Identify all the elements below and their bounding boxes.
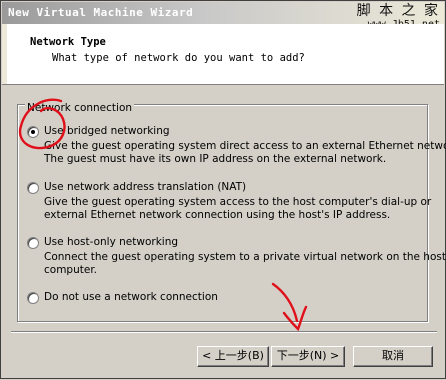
option-description: Connect the guest operating system to a …	[44, 251, 446, 277]
option-label[interactable]: Use host-only networking	[44, 236, 178, 249]
description-line: Give the guest operating system direct a…	[44, 140, 446, 152]
next-button[interactable]: 下一步(N) >	[271, 346, 345, 367]
group-label: Network connection	[25, 102, 135, 115]
wizard-header: Network Type What type of network do you…	[2, 24, 444, 85]
description-line: Give the guest operating system access t…	[44, 196, 432, 208]
page-title: Network Type	[30, 36, 106, 48]
radio-no-network[interactable]	[27, 292, 39, 304]
option-label[interactable]: Do not use a network connection	[44, 291, 218, 304]
back-button[interactable]: < 上一步(B)	[197, 346, 269, 367]
title-bar: New Virtual Machine Wizard 脚 本 之 家 www.J…	[2, 2, 444, 30]
option-description: Give the guest operating system access t…	[44, 196, 431, 222]
wizard-window: New Virtual Machine Wizard 脚 本 之 家 www.J…	[0, 0, 446, 379]
option-description: Give the guest operating system direct a…	[44, 140, 446, 166]
cancel-button[interactable]: 取消	[353, 346, 433, 367]
button-separator	[11, 331, 437, 333]
window-title: New Virtual Machine Wizard	[8, 6, 194, 19]
radio-host-only[interactable]	[27, 237, 39, 249]
description-line: computer.	[44, 264, 98, 276]
option-label[interactable]: Use network address translation (NAT)	[44, 181, 246, 194]
watermark-text: 脚 本 之 家	[356, 3, 440, 19]
description-line: Connect the guest operating system to a …	[44, 251, 446, 263]
radio-nat[interactable]	[27, 182, 39, 194]
header-left-edge	[2, 24, 7, 84]
page-subtitle: What type of network do you want to add?	[52, 52, 305, 64]
description-line: external Ethernet network connection usi…	[44, 209, 391, 221]
option-label[interactable]: Use bridged networking	[44, 125, 170, 138]
radio-bridged[interactable]	[27, 126, 39, 138]
description-line: The guest must have its own IP address o…	[44, 153, 387, 165]
